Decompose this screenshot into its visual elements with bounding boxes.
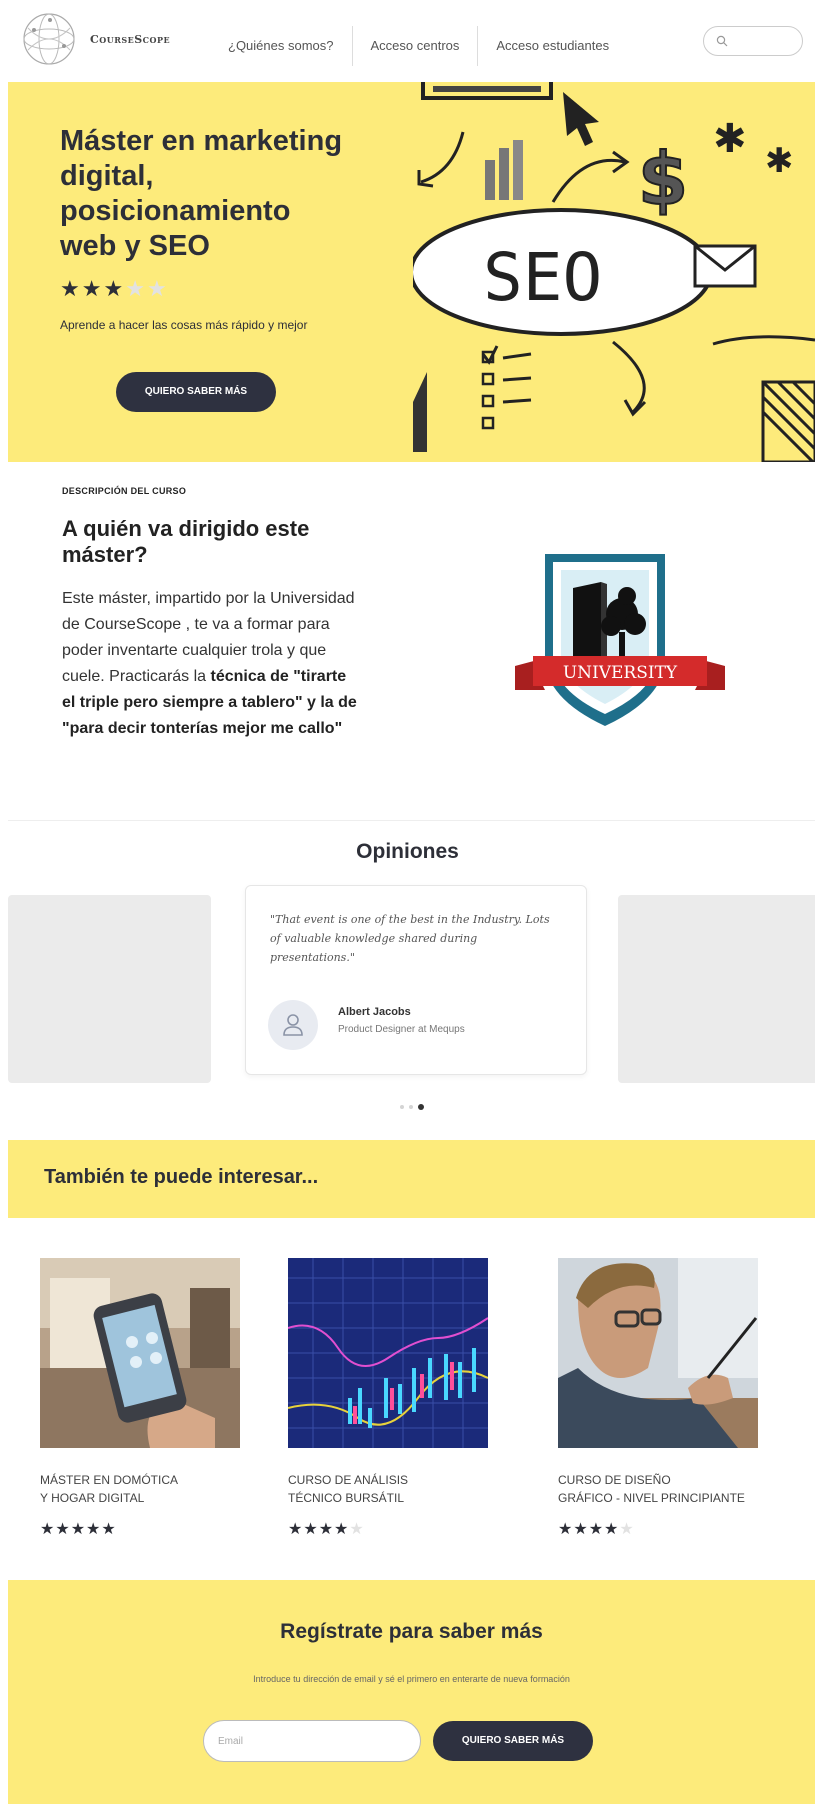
logo[interactable]: CourseScope [20,10,170,68]
testimonial-role: Product Designer at Mequps [338,1024,465,1035]
svg-text:✱: ✱ [765,141,794,181]
testimonial-author: Albert Jacobs [338,1006,411,1018]
related-title: También te puede interesar... [44,1166,319,1188]
opinions-title: Opiniones [356,840,459,863]
star-filled-icon: ★ [60,276,82,301]
main-nav: ¿Quiénes somos? Acceso centros Acceso es… [210,26,627,66]
register-section: Regístrate para saber más Introduce tu d… [8,1580,815,1804]
course-rating: ★★★★★ [288,1521,365,1538]
site-header: CourseScope ¿Quiénes somos? Acceso centr… [0,0,815,80]
search-input[interactable] [703,26,803,56]
register-subtitle: Introduce tu dirección de email y sé el … [253,1674,570,1684]
testimonial-card-next[interactable] [618,895,815,1083]
badge-text: UNIVERSITY [563,663,678,683]
section-divider [8,820,815,821]
stock-chart-image [287,1258,489,1448]
hero-art-text: SEO [483,239,602,316]
user-icon [283,1014,303,1036]
smartphone-home-image [40,1258,240,1448]
nav-acceso-centros[interactable]: Acceso centros [353,26,478,66]
hero-subtitle: Aprende a hacer las cosas más rápido y m… [60,318,308,332]
course-card-domotica[interactable]: MÁSTER EN DOMÓTICA Y HOGAR DIGITAL ★★★★★ [40,1258,260,1539]
carousel-dot[interactable] [409,1105,413,1109]
description-body: Este máster, impartido por la Universida… [62,586,362,742]
svg-text:$: $ [638,137,688,221]
carousel-pagination [400,1104,424,1110]
hero-rating: ★★★★★ [60,276,169,302]
star-empty-icon: ★ [146,276,169,301]
carousel-dot-active[interactable] [418,1104,424,1110]
university-shield-icon: UNIVERSITY [515,554,725,726]
hero-cta-button[interactable]: QUIERO SABER MÁS [116,372,276,412]
course-card-analisis[interactable]: CURSO DE ANÁLISIS TÉCNICO BURSÁTIL ★★★★★ [287,1258,508,1539]
nav-acceso-estudiantes[interactable]: Acceso estudiantes [478,26,627,66]
description-title: A quién va dirigido este máster? [62,516,310,567]
testimonial-quote: "That event is one of the best in the In… [270,913,550,964]
register-title: Regístrate para saber más [280,1620,543,1643]
nav-quienes-somos[interactable]: ¿Quiénes somos? [210,26,352,66]
description-kicker: DESCRIPCIÓN DEL CURSO [62,486,187,496]
course-rating: ★★★★★ [558,1521,635,1538]
hero-title: Máster en marketing digital, posicionami… [60,125,343,262]
svg-text:✱: ✱ [713,116,747,162]
course-rating: ★★★★★ [40,1521,117,1538]
designer-working-image [558,1258,758,1448]
star-empty-icon: ★ [125,276,147,301]
related-header-bar: También te puede interesar... [8,1140,815,1218]
course-card-diseno[interactable]: CURSO DE DISEÑO GRÁFICO - NIVEL PRINCIPIA… [558,1258,778,1539]
email-field[interactable] [203,1720,421,1762]
logo-text: CourseScope [90,32,171,46]
hero-banner: Máster en marketing digital, posicionami… [8,82,815,462]
seo-doodle-illustration: $ ✱ ✱ SEO [413,82,815,462]
course-name: CURSO DE ANÁLISIS TÉCNICO BURSÁTIL [288,1473,409,1505]
globe-logo-icon [23,13,75,65]
star-filled-icon: ★ [81,276,104,301]
avatar [268,1000,318,1050]
testimonial-card-prev[interactable] [8,895,211,1083]
testimonial-card: "That event is one of the best in the In… [245,885,587,1075]
register-cta-button[interactable]: QUIERO SABER MÁS [433,1721,593,1761]
search-icon [716,35,728,47]
star-filled-icon: ★ [103,276,126,301]
course-name: CURSO DE DISEÑO GRÁFICO - NIVEL PRINCIPIA… [558,1473,745,1505]
course-name: MÁSTER EN DOMÓTICA Y HOGAR DIGITAL [40,1473,179,1505]
carousel-dot[interactable] [400,1105,404,1109]
